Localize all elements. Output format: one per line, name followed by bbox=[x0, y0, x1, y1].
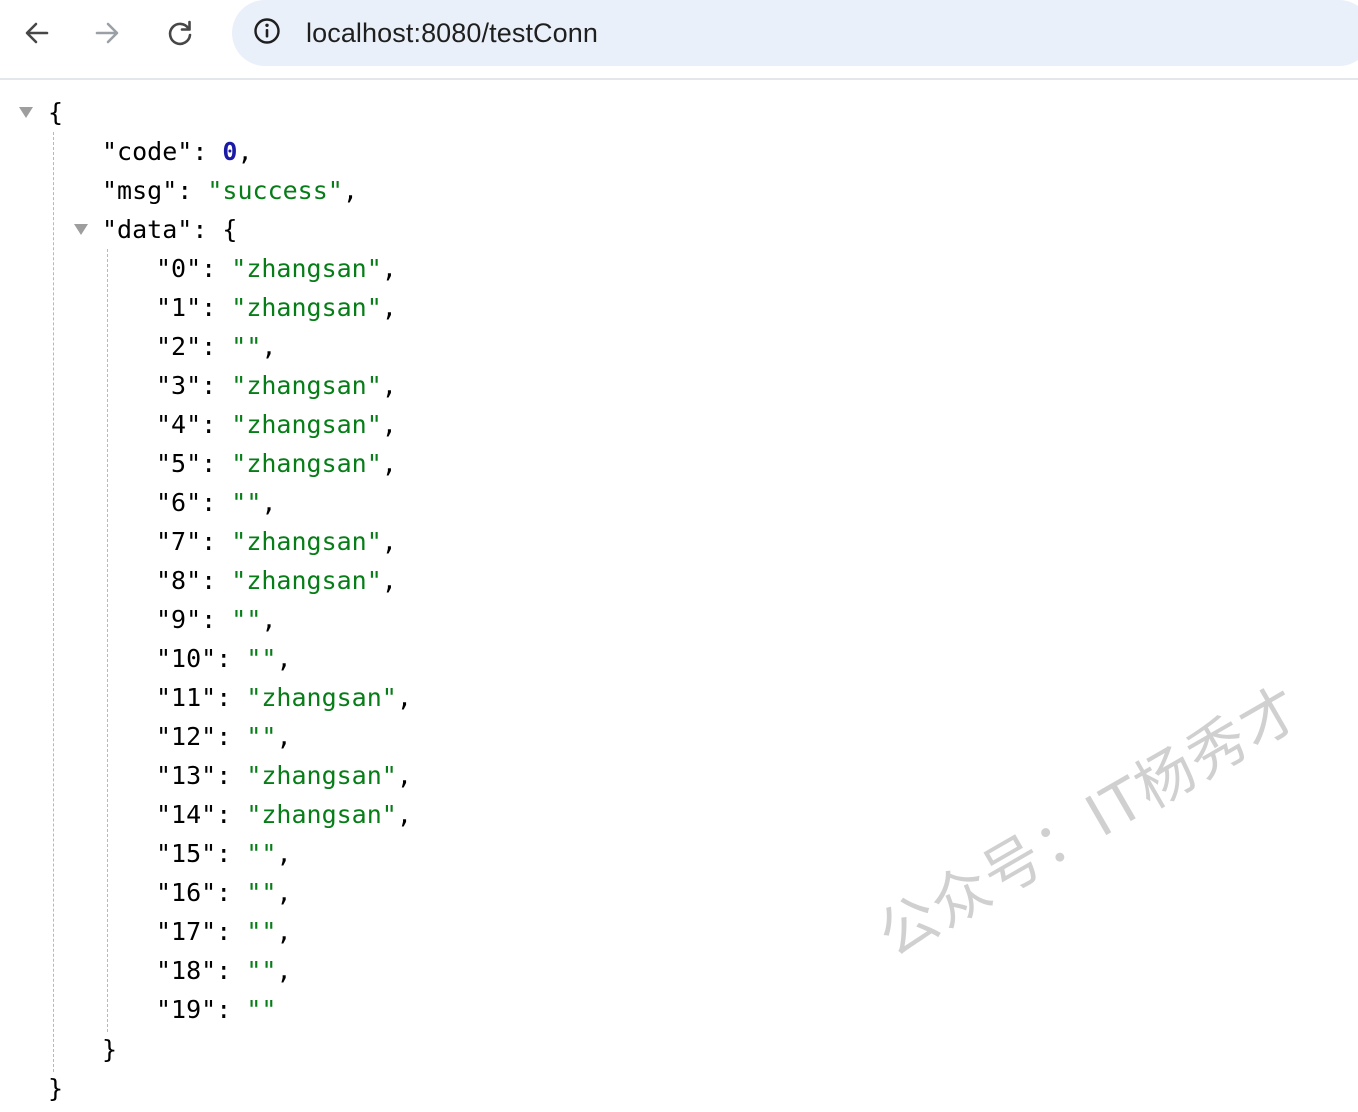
json-key: "13" bbox=[156, 761, 217, 790]
json-line-data: "data": { bbox=[102, 215, 238, 244]
json-key: "6" bbox=[156, 488, 202, 517]
json-line-code: "code": 0, bbox=[102, 137, 253, 166]
json-number-value: 0 bbox=[222, 137, 238, 166]
json-key: "18" bbox=[156, 956, 217, 985]
json-viewer: { "code": 0, "msg": "success", "data": {… bbox=[0, 80, 1358, 1112]
data-close-brace: } bbox=[102, 1035, 118, 1064]
json-line-data-entry: "3": "zhangsan", bbox=[156, 371, 397, 400]
browser-toolbar: localhost:8080/testConn bbox=[0, 0, 1358, 80]
json-string-value: "zhangsan" bbox=[246, 800, 397, 829]
json-key: "2" bbox=[156, 332, 202, 361]
json-string-value: "" bbox=[246, 722, 277, 751]
json-string-value: "" bbox=[246, 644, 277, 673]
address-bar[interactable]: localhost:8080/testConn bbox=[232, 0, 1358, 66]
json-line-data-entry: "10": "", bbox=[156, 644, 292, 673]
json-key: "17" bbox=[156, 917, 217, 946]
json-key: "code" bbox=[102, 137, 193, 166]
url-text[interactable]: localhost:8080/testConn bbox=[306, 15, 598, 51]
site-info-button[interactable] bbox=[248, 14, 286, 52]
json-key: "3" bbox=[156, 371, 202, 400]
collapse-data-toggle[interactable] bbox=[74, 224, 88, 235]
json-key: "data" bbox=[102, 215, 193, 244]
json-string-value: "zhangsan" bbox=[231, 254, 382, 283]
info-circle-icon bbox=[252, 16, 282, 50]
json-line-data-entry: "11": "zhangsan", bbox=[156, 683, 412, 712]
json-string-value: "" bbox=[231, 488, 262, 517]
collapse-root-toggle[interactable] bbox=[19, 107, 33, 118]
json-key: "12" bbox=[156, 722, 217, 751]
json-string-value: "zhangsan" bbox=[246, 761, 397, 790]
json-key: "8" bbox=[156, 566, 202, 595]
root-indent-guide bbox=[53, 132, 54, 1072]
json-key: "0" bbox=[156, 254, 202, 283]
json-key: "9" bbox=[156, 605, 202, 634]
json-line-data-entry: "5": "zhangsan", bbox=[156, 449, 397, 478]
reload-button[interactable] bbox=[159, 12, 201, 54]
json-line-data-entry: "2": "", bbox=[156, 332, 277, 361]
json-key: "1" bbox=[156, 293, 202, 322]
json-line-msg: "msg": "success", bbox=[102, 176, 358, 205]
json-key: "19" bbox=[156, 995, 217, 1024]
json-string-value: "zhangsan" bbox=[231, 449, 382, 478]
arrow-right-icon bbox=[93, 19, 121, 47]
json-key: "14" bbox=[156, 800, 217, 829]
json-string-value: "" bbox=[246, 995, 277, 1024]
json-string-value: "success" bbox=[207, 176, 343, 205]
json-line-data-entry: "1": "zhangsan", bbox=[156, 293, 397, 322]
json-line-data-entry: "6": "", bbox=[156, 488, 277, 517]
data-indent-guide bbox=[107, 249, 108, 1032]
json-line-data-entry: "4": "zhangsan", bbox=[156, 410, 397, 439]
json-line-data-entry: "16": "", bbox=[156, 878, 292, 907]
root-close-brace: } bbox=[48, 1074, 64, 1103]
json-string-value: "" bbox=[246, 878, 277, 907]
json-string-value: "zhangsan" bbox=[231, 293, 382, 322]
root-open-brace: { bbox=[48, 98, 64, 127]
json-line-data-entry: "19": "" bbox=[156, 995, 277, 1024]
json-line-data-entry: "9": "", bbox=[156, 605, 277, 634]
json-line-data-entry: "14": "zhangsan", bbox=[156, 800, 412, 829]
back-button[interactable] bbox=[16, 12, 58, 54]
json-string-value: "zhangsan" bbox=[231, 566, 382, 595]
json-key: "4" bbox=[156, 410, 202, 439]
json-key: "15" bbox=[156, 839, 217, 868]
json-string-value: "zhangsan" bbox=[246, 683, 397, 712]
arrow-left-icon bbox=[23, 19, 51, 47]
json-key: "10" bbox=[156, 644, 217, 673]
json-string-value: "zhangsan" bbox=[231, 371, 382, 400]
json-line-data-entry: "7": "zhangsan", bbox=[156, 527, 397, 556]
json-string-value: "" bbox=[246, 839, 277, 868]
json-string-value: "" bbox=[246, 956, 277, 985]
json-string-value: "zhangsan" bbox=[231, 410, 382, 439]
json-line-data-entry: "15": "", bbox=[156, 839, 292, 868]
json-key: "11" bbox=[156, 683, 217, 712]
json-key: "7" bbox=[156, 527, 202, 556]
json-line-data-entry: "17": "", bbox=[156, 917, 292, 946]
json-line-data-entry: "13": "zhangsan", bbox=[156, 761, 412, 790]
json-line-data-entry: "0": "zhangsan", bbox=[156, 254, 397, 283]
json-string-value: "" bbox=[231, 605, 262, 634]
json-key: "msg" bbox=[102, 176, 178, 205]
json-string-value: "" bbox=[231, 332, 262, 361]
json-key: "16" bbox=[156, 878, 217, 907]
json-string-value: "" bbox=[246, 917, 277, 946]
forward-button[interactable] bbox=[86, 12, 128, 54]
json-key: "5" bbox=[156, 449, 202, 478]
reload-icon bbox=[166, 19, 194, 47]
json-string-value: "zhangsan" bbox=[231, 527, 382, 556]
json-line-data-entry: "18": "", bbox=[156, 956, 292, 985]
json-line-data-entry: "8": "zhangsan", bbox=[156, 566, 397, 595]
json-line-data-entry: "12": "", bbox=[156, 722, 292, 751]
